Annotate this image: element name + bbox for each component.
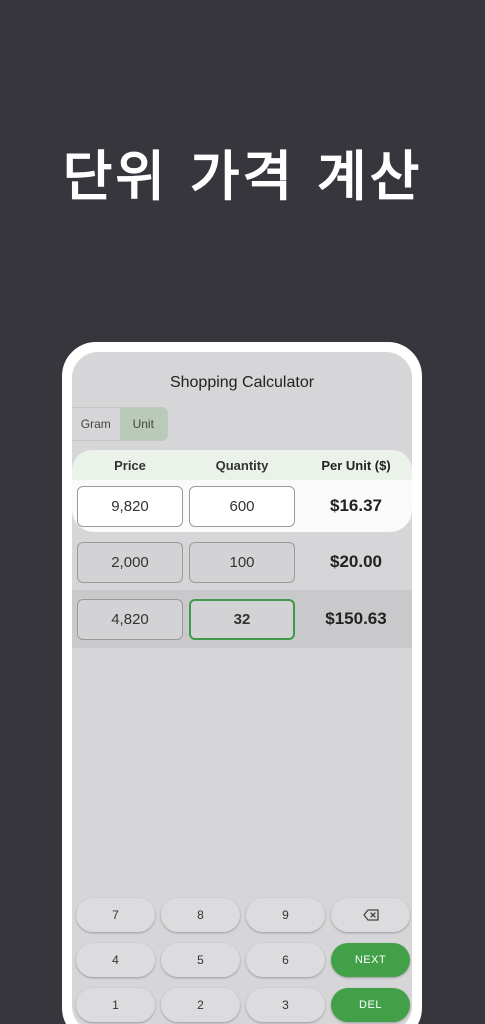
table-header: Price Quantity Per Unit ($) [72,450,412,480]
header-quantity: Quantity [215,457,269,473]
mode-unit-button[interactable]: Unit [119,408,167,440]
key-4[interactable]: 4 [76,943,155,977]
key-6[interactable]: 6 [246,943,325,977]
table-row: 2,000 100 $20.00 [72,536,412,588]
app-screen: Shopping Calculator Gram Unit Price Quan… [72,352,412,1024]
price-field[interactable]: 2,000 [77,541,183,583]
backspace-button[interactable] [331,898,410,932]
table-row: 9,820 600 $16.37 [72,480,412,532]
header-price: Price [114,457,146,473]
key-9[interactable]: 9 [246,898,325,932]
key-2[interactable]: 2 [161,988,240,1022]
backspace-icon [362,909,379,921]
mode-gram-button[interactable]: Gram [72,408,120,440]
quantity-field[interactable]: 100 [189,541,295,583]
table-row: 4,820 32 $150.63 [72,590,412,648]
key-1[interactable]: 1 [76,988,155,1022]
header-per-unit: Per Unit ($) [321,457,391,473]
next-button[interactable]: NEXT [331,943,410,977]
key-3[interactable]: 3 [246,988,325,1022]
per-unit-value: $150.63 [325,609,387,628]
per-unit-value: $16.37 [330,496,382,515]
numeric-keypad: 7 8 9 4 5 6 NEXT 1 2 3 DEL [76,898,412,1022]
key-8[interactable]: 8 [161,898,240,932]
key-7[interactable]: 7 [76,898,155,932]
del-button[interactable]: DEL [331,988,410,1022]
key-5[interactable]: 5 [161,943,240,977]
app-title: Shopping Calculator [169,374,315,391]
mode-toggle: Gram Unit [72,407,168,441]
price-field[interactable]: 9,820 [77,485,183,527]
per-unit-value: $20.00 [330,552,382,571]
price-field[interactable]: 4,820 [77,598,183,640]
phone-frame: Shopping Calculator Gram Unit Price Quan… [62,342,422,1024]
promo-headline: 단위 가격 계산 [62,145,423,208]
quantity-field[interactable]: 600 [189,485,295,527]
quantity-field-focused[interactable]: 32 [189,598,295,640]
